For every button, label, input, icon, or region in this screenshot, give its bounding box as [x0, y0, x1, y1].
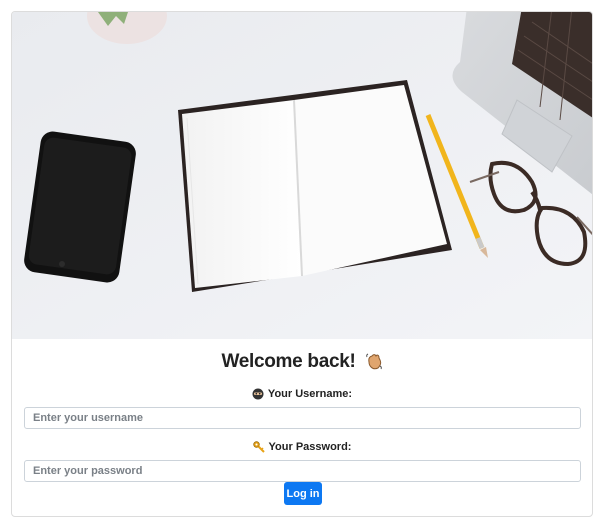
- login-card: Welcome back! Your Username: Enter your …: [11, 11, 593, 517]
- smartphone: [24, 131, 136, 283]
- key-icon: [252, 441, 265, 456]
- password-label: Your Password:: [12, 441, 592, 456]
- page-title: Welcome back!: [12, 351, 592, 376]
- password-input[interactable]: [24, 460, 581, 482]
- username-input[interactable]: [24, 407, 581, 429]
- username-label: Your Username:: [12, 388, 592, 403]
- password-label-text: Your Password:: [268, 441, 352, 453]
- welcome-title-text: Welcome back!: [221, 351, 356, 372]
- login-form: Welcome back! Your Username: Enter your …: [12, 339, 592, 516]
- ninja-icon: [252, 388, 264, 403]
- desk-hero-image: [12, 12, 592, 339]
- username-label-text: Your Username:: [267, 388, 353, 400]
- waving-hand-icon: [365, 352, 383, 376]
- login-button[interactable]: Log in: [284, 482, 322, 505]
